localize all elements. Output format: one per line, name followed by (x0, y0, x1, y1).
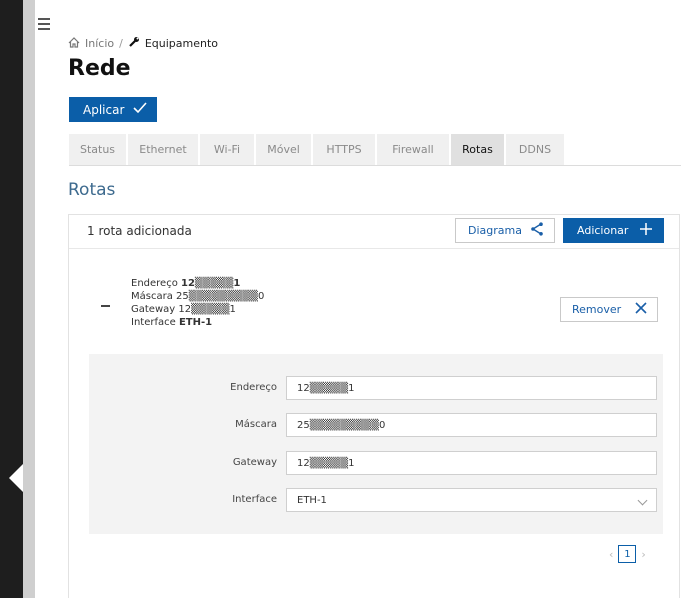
add-button-label: Adicionar (577, 224, 629, 237)
mask-input[interactable]: 25▒▒▒▒▒▒▒▒▒0 (286, 413, 657, 437)
summary-mask-value: 25▒▒▒▒▒▒▒▒▒0 (176, 291, 265, 302)
routes-card: 1 rota adicionada Diagrama Adicionar End… (68, 214, 680, 598)
gateway-label: Gateway (232, 457, 277, 468)
form-row-mask: Máscara 25▒▒▒▒▒▒▒▒▒0 (89, 413, 663, 437)
page-title: Rede (68, 56, 131, 81)
apply-button[interactable]: Aplicar (69, 97, 157, 122)
summary-address-label: Endereço (131, 278, 178, 289)
summary-interface-label: Interface (131, 317, 176, 328)
breadcrumb-separator: / (119, 37, 123, 50)
remove-button-label: Remover (572, 303, 622, 316)
summary-mask-label: Máscara (131, 291, 173, 302)
prev-page-button[interactable]: ‹ (609, 548, 613, 561)
breadcrumb-current: Equipamento (144, 37, 219, 50)
add-route-button[interactable]: Adicionar (563, 218, 664, 243)
gateway-input[interactable]: 12▒▒▒▒▒1 (286, 451, 657, 475)
left-dark-bar (0, 0, 23, 598)
address-label: Endereço (230, 382, 277, 393)
next-page-button[interactable]: › (641, 548, 645, 561)
plus-icon (640, 223, 652, 238)
tab-bar: Status Ethernet Wi-Fi Móvel HTTPS Firewa… (69, 134, 681, 166)
tab-firewall[interactable]: Firewall (377, 134, 449, 165)
collapse-route-icon[interactable] (101, 305, 110, 307)
interface-select-value: ETH-1 (297, 495, 327, 506)
close-icon (635, 302, 647, 317)
diagram-button-label: Diagrama (468, 224, 522, 237)
form-row-gateway: Gateway 12▒▒▒▒▒1 (89, 451, 663, 475)
tab-movel[interactable]: Móvel (256, 134, 311, 165)
apply-button-label: Aplicar (83, 102, 125, 117)
section-title: Rotas (68, 180, 116, 200)
menu-icon[interactable] (38, 16, 56, 32)
summary-address-value: 12▒▒▒▒▒1 (181, 278, 241, 289)
summary-interface-value: ETH-1 (178, 317, 213, 328)
breadcrumb-home[interactable]: Início (85, 37, 114, 50)
tab-https[interactable]: HTTPS (313, 134, 375, 165)
main-content: Início / Equipamento Rede Aplicar Status… (68, 0, 681, 598)
summary-gateway-value: 12▒▒▒▒▒1 (178, 304, 236, 315)
address-input[interactable]: 12▒▒▒▒▒1 (286, 376, 657, 400)
sidebar-divider (23, 0, 35, 598)
card-header: 1 rota adicionada Diagrama Adicionar (69, 215, 679, 249)
sidebar-toggle-icon[interactable] (9, 464, 23, 492)
route-count: 1 rota adicionada (87, 224, 192, 238)
tab-rotas[interactable]: Rotas (451, 134, 504, 165)
page-number[interactable]: 1 (618, 545, 637, 563)
form-row-interface: Interface ETH-1 (89, 488, 663, 512)
remove-route-button[interactable]: Remover (560, 297, 658, 322)
route-edit-form: Endereço 12▒▒▒▒▒1 Máscara 25▒▒▒▒▒▒▒▒▒0 G… (89, 354, 663, 534)
breadcrumb: Início / Equipamento (68, 36, 218, 51)
mask-label: Máscara (235, 419, 277, 430)
chevron-down-icon (637, 495, 648, 506)
interface-label: Interface (232, 494, 277, 505)
home-icon[interactable] (68, 36, 80, 51)
tab-ethernet[interactable]: Ethernet (128, 134, 198, 165)
tab-ddns[interactable]: DDNS (506, 134, 564, 165)
summary-gateway-label: Gateway (131, 304, 176, 315)
interface-select[interactable]: ETH-1 (286, 488, 657, 512)
pagination: ‹ 1 › (609, 545, 646, 563)
wrench-icon (128, 36, 140, 51)
check-icon (133, 102, 147, 117)
diagram-button[interactable]: Diagrama (455, 218, 555, 243)
route-summary: Endereço 12▒▒▒▒▒1 Máscara 25▒▒▒▒▒▒▒▒▒0 G… (131, 277, 264, 329)
share-icon (530, 222, 544, 239)
form-row-address: Endereço 12▒▒▒▒▒1 (89, 376, 663, 400)
tab-status[interactable]: Status (69, 134, 126, 165)
tab-wifi[interactable]: Wi-Fi (200, 134, 254, 165)
